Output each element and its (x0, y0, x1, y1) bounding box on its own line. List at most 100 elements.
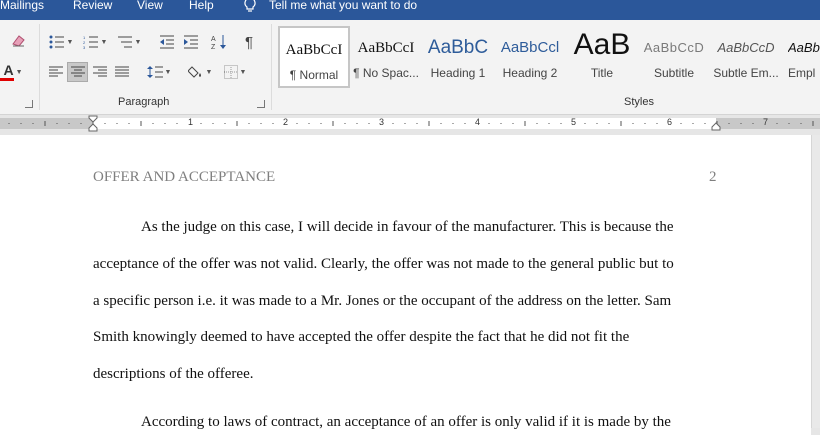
align-right-icon (93, 66, 107, 77)
font-color-icon: A (3, 62, 14, 78)
style-normal[interactable]: AaBbCcI ¶ Normal (278, 26, 350, 88)
style-preview: AaBbC (788, 40, 820, 55)
ruler-number: 5 (571, 117, 577, 127)
chevron-down-icon[interactable]: ▼ (135, 39, 142, 46)
paragraph-dialog-launcher-icon[interactable] (257, 100, 265, 108)
tell-me-search[interactable]: Tell me what you want to do (269, 0, 417, 12)
style-name: Subtitle (653, 66, 695, 80)
bullets-icon (49, 35, 64, 49)
ruler-number: 4 (475, 117, 481, 127)
style-name: Heading 1 (430, 66, 486, 80)
numbering-icon: 123 (83, 35, 98, 49)
paragraph-group-label: Paragraph (118, 96, 170, 108)
style-name: Heading 2 (502, 66, 558, 80)
styles-group-label: Styles (624, 96, 654, 108)
numbering-button[interactable]: 123 ▼ (80, 32, 110, 52)
ruler-ticks (8, 121, 814, 126)
text-line: According to laws of contract, an accept… (141, 414, 671, 430)
align-center-button[interactable] (67, 62, 88, 82)
line-spacing-button[interactable]: ▼ (144, 62, 174, 82)
svg-text:3: 3 (83, 45, 86, 49)
increase-indent-icon (184, 35, 198, 49)
ruler-number: 6 (667, 117, 673, 127)
document-page[interactable]: OFFER AND ACCEPTANCE 2 As the judge on t… (0, 135, 811, 435)
style-preview: AaBbCcD (717, 40, 775, 55)
chevron-down-icon[interactable]: ▼ (240, 69, 247, 76)
tab-review[interactable]: Review (73, 0, 112, 12)
vertical-scrollbar[interactable] (811, 135, 820, 428)
ruler-number: 2 (283, 117, 289, 127)
borders-button[interactable]: ▼ (220, 62, 250, 82)
chevron-down-icon[interactable]: ▼ (206, 69, 213, 76)
group-separator (271, 24, 272, 110)
style-name: ¶ No Spac... (353, 66, 419, 80)
page-number: 2 (709, 169, 717, 185)
justify-icon (115, 66, 129, 77)
eraser-icon (12, 35, 25, 47)
font-color-bar (0, 78, 14, 81)
text-line: Smith knowingly deemed to have accepted … (93, 329, 630, 345)
chevron-down-icon[interactable]: ▼ (101, 39, 108, 46)
style-preview: AaB (573, 28, 631, 56)
indent-marker-icon[interactable] (88, 115, 98, 132)
chevron-down-icon[interactable]: ▼ (165, 69, 172, 76)
text-line: As the judge on this case, I will decide… (141, 219, 674, 235)
sort-button[interactable]: AZ (208, 32, 230, 52)
ribbon-tab-bar: Mailings Review View Help Tell me what y… (0, 0, 820, 20)
align-left-button[interactable] (46, 62, 66, 82)
style-name: ¶ Normal (289, 68, 339, 82)
align-center-icon (70, 66, 85, 77)
svg-text:Z: Z (211, 44, 216, 50)
lightbulb-icon (244, 0, 256, 12)
chevron-down-icon[interactable]: ▼ (16, 69, 23, 76)
show-formatting-marks-button[interactable]: ¶ (238, 32, 260, 52)
svg-text:A: A (211, 36, 216, 43)
borders-icon (223, 65, 238, 79)
tab-help[interactable]: Help (189, 0, 214, 12)
align-left-icon (49, 66, 63, 77)
style-subtle-emphasis[interactable]: AaBbCcD Subtle Em... (710, 26, 782, 88)
ribbon: A ▼ ▼ 123 ▼ ▼ AZ ¶ ▼ ▼ ▼ Paragraph AaBbC… (0, 20, 820, 115)
text-line: descriptions of the offeree. (93, 366, 254, 382)
right-indent-marker-icon[interactable] (711, 121, 721, 131)
style-preview: AaBbCcI (357, 40, 415, 56)
styles-gallery: AaBbCcI ¶ Normal AaBbCcI ¶ No Spac... Aa… (278, 26, 820, 88)
style-preview: AaBbCcl (500, 39, 560, 56)
ruler-number: 1 (188, 117, 194, 127)
decrease-indent-button[interactable] (156, 32, 178, 52)
horizontal-ruler[interactable]: 1 2 3 4 5 6 7 (0, 115, 820, 132)
paint-bucket-icon (187, 66, 201, 78)
font-color-button[interactable]: A ▼ (0, 62, 26, 82)
style-heading-1[interactable]: AaBbC Heading 1 (422, 26, 494, 88)
decrease-indent-icon (160, 35, 174, 49)
style-no-spacing[interactable]: AaBbCcI ¶ No Spac... (350, 26, 422, 88)
text-line: acceptance of the offer was not valid. C… (93, 256, 674, 272)
multilevel-list-button[interactable]: ▼ (114, 32, 144, 52)
ruler-number: 3 (379, 117, 385, 127)
align-right-button[interactable] (90, 62, 110, 82)
sort-icon: AZ (211, 35, 226, 50)
style-name: Title (590, 66, 614, 80)
style-heading-2[interactable]: AaBbCcl Heading 2 (494, 26, 566, 88)
ruler-number: 7 (763, 117, 769, 127)
clear-formatting-button[interactable] (8, 30, 28, 50)
text-line: a specific person i.e. it was made to a … (93, 293, 672, 309)
justify-button[interactable] (112, 62, 132, 82)
bullets-button[interactable]: ▼ (46, 32, 76, 52)
style-title[interactable]: AaB Title (566, 26, 638, 88)
style-preview: AaBbC (427, 37, 489, 58)
style-name: Empl (788, 66, 816, 80)
line-spacing-icon (146, 66, 163, 78)
multilevel-list-icon (117, 36, 132, 48)
font-dialog-launcher-icon[interactable] (25, 100, 33, 108)
tab-mailings[interactable]: Mailings (0, 0, 44, 12)
tab-view[interactable]: View (137, 0, 163, 12)
style-subtitle[interactable]: AaBbCcD Subtitle (638, 26, 710, 88)
pilcrow-icon: ¶ (244, 33, 254, 51)
group-separator (39, 24, 40, 110)
style-emphasis[interactable]: AaBbC Empl (782, 26, 820, 88)
chevron-down-icon[interactable]: ▼ (67, 39, 74, 46)
style-preview: AaBbCcI (285, 42, 343, 58)
increase-indent-button[interactable] (180, 32, 202, 52)
shading-button[interactable]: ▼ (185, 62, 215, 82)
